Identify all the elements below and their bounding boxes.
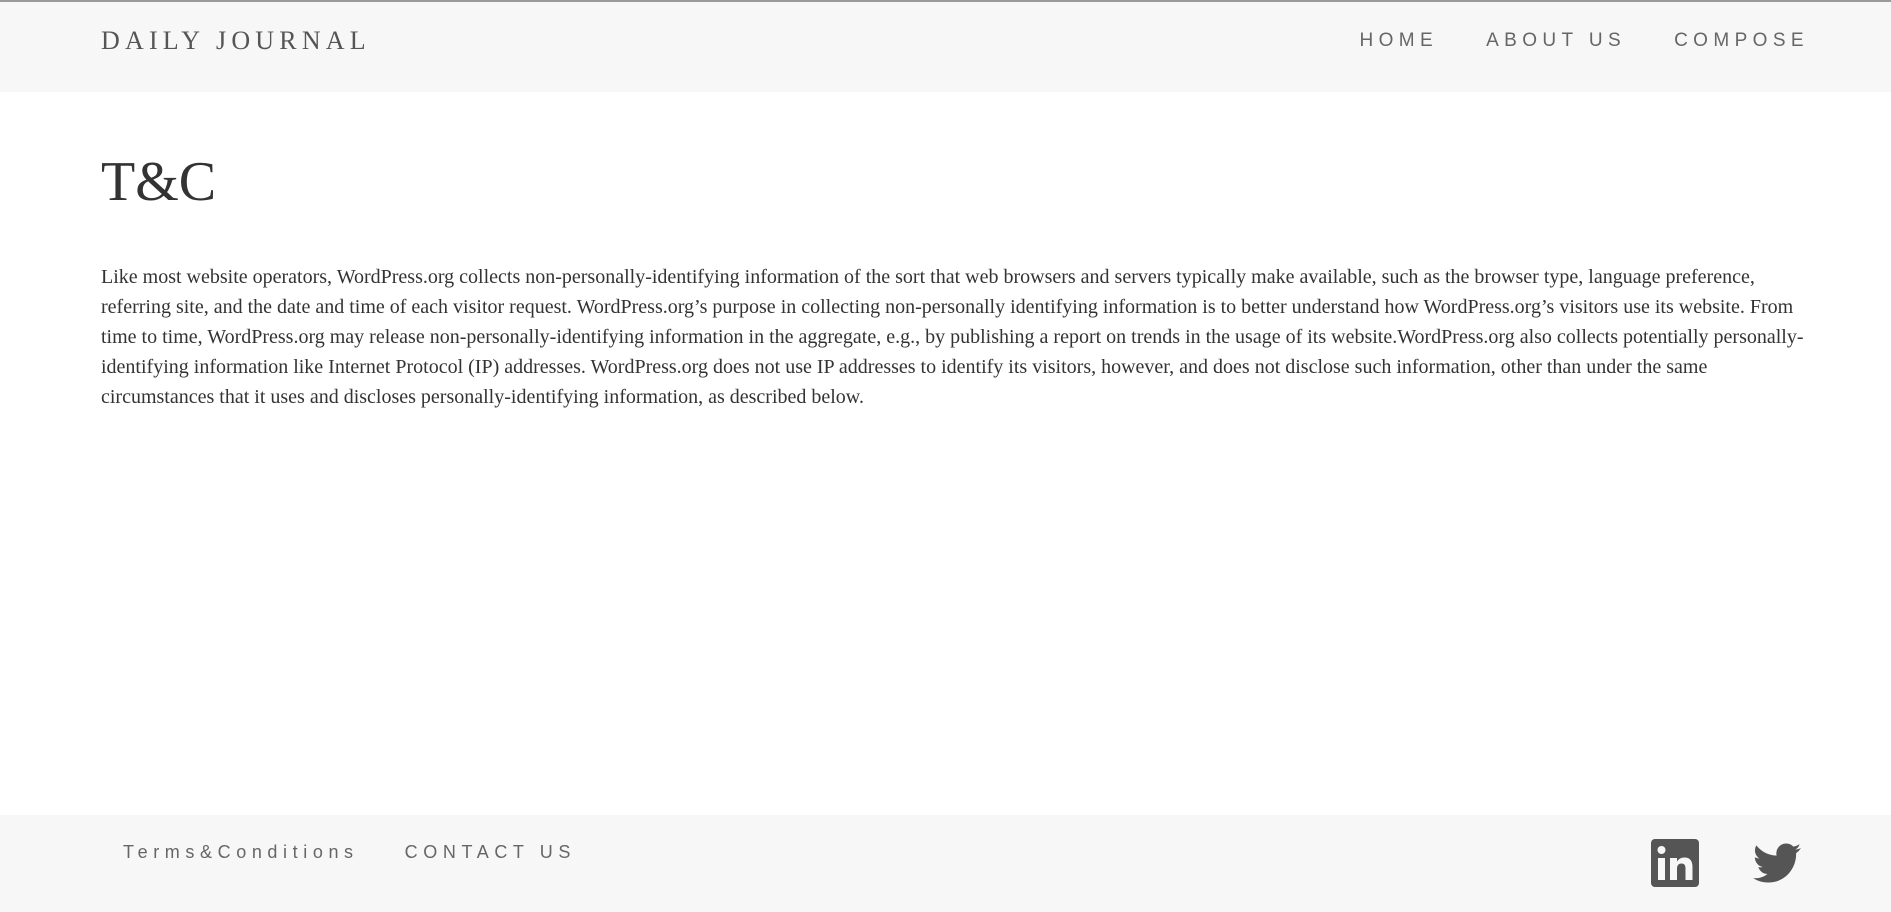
nav-compose-link[interactable]: COMPOSE: [1674, 30, 1809, 52]
twitter-icon[interactable]: [1751, 839, 1803, 887]
page-title: T&C: [101, 151, 217, 213]
linkedin-icon[interactable]: [1649, 839, 1701, 887]
nav-home-link[interactable]: HOME: [1359, 30, 1438, 52]
navbar: DAILY JOURNAL HOME ABOUT US COMPOSE: [0, 2, 1891, 92]
social-links: [1649, 839, 1803, 887]
footer: Terms&Conditions CONTACT US: [0, 815, 1891, 912]
brand-logo-link[interactable]: DAILY JOURNAL: [101, 26, 371, 56]
nav-about-us-link[interactable]: ABOUT US: [1486, 30, 1626, 52]
terms-paragraph: Like most website operators, WordPress.o…: [101, 266, 1804, 408]
main-nav: HOME ABOUT US COMPOSE: [1359, 30, 1809, 52]
footer-contact-us-link[interactable]: CONTACT US: [405, 842, 576, 863]
main-content: T&C Like most website operators, WordPre…: [101, 150, 1811, 412]
footer-terms-link[interactable]: Terms&Conditions: [123, 842, 359, 863]
footer-links: Terms&Conditions CONTACT US: [123, 842, 576, 863]
